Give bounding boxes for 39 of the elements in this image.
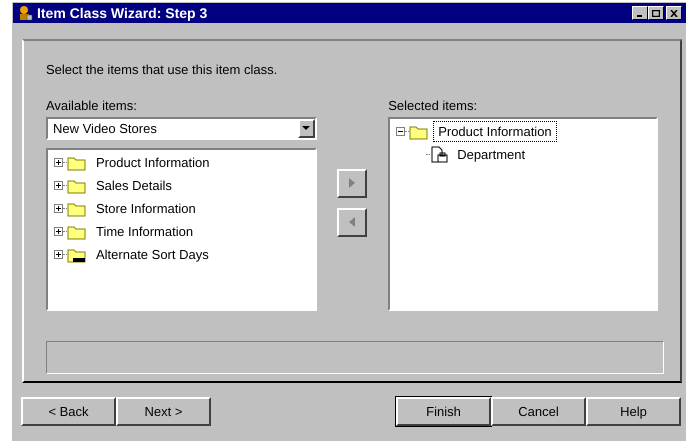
tree-item[interactable]: Store Information <box>91 198 201 220</box>
expand-icon[interactable] <box>54 181 63 190</box>
tree-item[interactable]: Sales Details <box>91 174 177 196</box>
close-icon <box>670 10 678 16</box>
maximize-icon <box>652 10 660 16</box>
wizard-icon <box>17 5 33 21</box>
wizard-button[interactable]: Help <box>586 397 681 426</box>
right-arrow-icon <box>349 178 356 188</box>
window-title: Item Class Wizard: Step 3 <box>37 4 208 23</box>
wizard-button[interactable]: Next > <box>116 397 211 426</box>
expand-icon[interactable] <box>54 250 63 259</box>
folder-icon <box>67 200 87 216</box>
folder-icon <box>67 224 87 240</box>
folder-icon <box>409 124 430 140</box>
tree-item[interactable]: Product Information <box>91 152 214 174</box>
expand-icon[interactable] <box>54 227 63 236</box>
instruction-text: Select the items that use this item class. <box>46 61 278 79</box>
document-icon <box>430 146 448 164</box>
minimize-button[interactable] <box>632 6 648 20</box>
left-arrow-icon <box>349 217 356 227</box>
expand-icon[interactable] <box>54 158 63 167</box>
maximize-button[interactable] <box>648 6 664 20</box>
collapse-icon[interactable] <box>396 127 406 136</box>
tree-item[interactable]: Time Information <box>91 220 198 242</box>
wizard-button[interactable]: Finish <box>396 397 491 426</box>
tree-item[interactable]: Alternate Sort Days <box>91 244 214 266</box>
wizard-button[interactable]: Cancel <box>491 397 586 426</box>
tree-item[interactable]: Department <box>452 144 530 166</box>
close-button[interactable] <box>666 6 682 20</box>
expand-icon[interactable] <box>54 204 63 213</box>
wizard-button[interactable]: < Back <box>21 397 116 426</box>
caret-icon <box>302 126 310 131</box>
sql-folder-icon <box>67 246 87 262</box>
tree-item[interactable]: Product Information <box>433 120 557 142</box>
selected-items-label: Selected items: <box>388 96 478 114</box>
store-dropdown[interactable]: New Video Stores <box>46 117 317 140</box>
folder-icon <box>67 154 87 170</box>
folder-icon <box>67 178 87 194</box>
available-items-label: Available items: <box>46 96 138 114</box>
